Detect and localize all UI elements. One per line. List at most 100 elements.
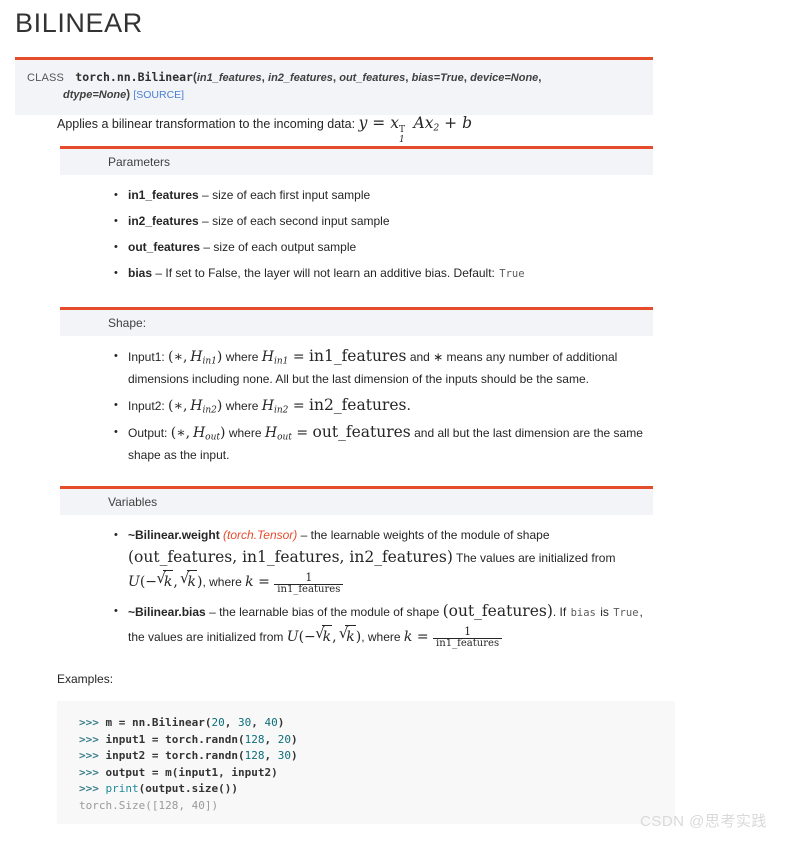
code-line-3: >>> input2 = torch.randn(128, 30) xyxy=(79,748,675,765)
parameters-list: in1_features – size of each first input … xyxy=(60,184,653,285)
list-item: in2_features – size of each second input… xyxy=(114,210,653,232)
description-formula: y = xT1 Ax2 + b xyxy=(358,114,473,146)
csdn-watermark: CSDN @思考实践 xyxy=(640,813,767,830)
code-token: , xyxy=(264,732,278,746)
code-token: , xyxy=(264,749,278,763)
section-body-variables: ~Bilinear.weight (torch.Tensor) – the le… xyxy=(60,515,653,650)
signature-close-paren: ) xyxy=(126,89,131,101)
code-line-5: >>> print(output.size()) xyxy=(79,781,675,798)
param-name-in1-features: in1_features xyxy=(128,188,199,202)
signature-arg-out-features: out_features xyxy=(339,72,406,84)
description-text: Applies a bilinear transformation to the… xyxy=(57,117,356,131)
variable-desc-2: . If xyxy=(552,604,567,619)
signature-arg-dtype: dtype=None xyxy=(63,89,127,101)
shape-equation: Hin1 = in1_features xyxy=(261,347,407,367)
section-body-shape: Input1: (∗, Hin1) where Hin1 = in1_featu… xyxy=(60,336,653,466)
variable-desc-2: The values are initialized from xyxy=(456,551,616,565)
shape-list: Input1: (∗, Hin1) where Hin1 = in1_featu… xyxy=(60,345,653,466)
code-token: ) xyxy=(277,716,285,729)
shape-tuple: (∗, Hin1) xyxy=(168,349,223,367)
code-token: ) xyxy=(290,732,298,746)
section-header-parameters: Parameters xyxy=(60,146,653,175)
list-item: in1_features – size of each first input … xyxy=(114,184,653,206)
variable-name-bias: ~Bilinear.bias xyxy=(128,604,206,619)
list-item: ~Bilinear.bias – the learnable bias of t… xyxy=(114,600,653,651)
code-token: >>> xyxy=(79,765,106,779)
variable-desc-3: , where xyxy=(202,575,242,589)
param-name-out-features: out_features xyxy=(128,240,201,254)
code-line-4: >>> output = m(input1, input2) xyxy=(79,765,675,782)
param-name-bias: bias xyxy=(128,266,153,280)
code-token: input1 = torch.randn xyxy=(105,732,238,746)
shape-label-output: Output: xyxy=(128,426,168,440)
code-line-6: torch.Size([128, 40]) xyxy=(79,798,675,815)
signature-keyword: CLASS xyxy=(27,72,65,84)
variable-distribution: U(−k, k) xyxy=(287,623,361,645)
shape-tuple: (∗, Hout) xyxy=(170,425,226,443)
section-variables: Variables ~Bilinear.weight (torch.Tensor… xyxy=(60,486,653,654)
section-header-variables: Variables xyxy=(60,486,653,515)
section-shape: Shape: Input1: (∗, Hin1) where Hin1 = in… xyxy=(60,307,653,470)
examples-label: Examples: xyxy=(57,672,114,686)
signature-arg-bias: bias=True xyxy=(411,72,464,84)
section-parameters: Parameters in1_features – size of each f… xyxy=(60,146,653,289)
code-token: ( xyxy=(237,732,245,746)
param-desc: size of each first input sample xyxy=(212,188,371,202)
list-item: Input2: (∗, Hin2) where Hin2 = in2_featu… xyxy=(114,394,653,417)
variable-desc: the learnable bias of the module of shap… xyxy=(219,604,440,619)
variable-k-definition: k = 1 in1_features xyxy=(404,626,503,649)
variables-list: ~Bilinear.weight (torch.Tensor) – the le… xyxy=(60,524,653,650)
list-item: out_features – size of each output sampl… xyxy=(114,236,653,258)
param-desc: size of each output sample xyxy=(213,240,357,254)
signature-arg-device: device=None xyxy=(470,72,539,84)
signature-arg-in1-features: in1_features xyxy=(196,72,262,84)
code-token: 128 xyxy=(244,749,265,763)
signature-line-2: dtype=None) [SOURCE] xyxy=(27,87,641,104)
code-token: , xyxy=(224,716,238,729)
source-link[interactable]: [SOURCE] xyxy=(133,89,184,101)
variable-name-weight: ~Bilinear.weight xyxy=(128,528,220,542)
section-header-shape: Shape: xyxy=(60,307,653,336)
code-line-1: >>> m = nn.Bilinear(20, 30, 40) xyxy=(79,715,675,732)
param-default-value: True xyxy=(499,268,525,280)
code-token: print xyxy=(105,782,139,796)
section-body-parameters: in1_features – size of each first input … xyxy=(60,175,653,285)
signature-qualname: torch.nn.Bilinear xyxy=(75,70,193,84)
param-desc: size of each second input sample xyxy=(212,214,390,228)
code-token: >>> xyxy=(79,732,106,746)
code-token: >>> xyxy=(79,782,106,796)
example-code-block[interactable]: >>> m = nn.Bilinear(20, 30, 40) >>> inpu… xyxy=(57,701,675,824)
variable-shape-tuple: (out_features) xyxy=(442,601,553,620)
shape-label-input2: Input2: xyxy=(128,399,165,413)
code-token: output = m(input1, input2) xyxy=(105,765,278,779)
variable-k-definition: k = 1 in1_features xyxy=(245,572,344,595)
code-token: input2 = torch.randn xyxy=(105,749,238,763)
code-token: (output.size()) xyxy=(138,782,238,796)
page-title: BILINEAR xyxy=(15,8,143,38)
list-item: Output: (∗, Hout) where Hout = out_featu… xyxy=(114,421,653,466)
param-desc: If set to False, the layer will not lear… xyxy=(165,266,495,280)
signature-line-1: CLASS torch.nn.Bilinear(in1_features, in… xyxy=(27,70,542,84)
code-token: 30 xyxy=(237,716,252,729)
code-line-2: >>> input1 = torch.randn(128, 20) xyxy=(79,732,675,749)
shape-label-input1: Input1: xyxy=(128,350,165,364)
code-token: 30 xyxy=(277,749,291,763)
code-token: >>> xyxy=(79,749,106,763)
variable-code-true: True xyxy=(613,606,639,619)
code-token: torch.Size([128, 40]) xyxy=(79,798,219,812)
list-item: Input1: (∗, Hin1) where Hin1 = in1_featu… xyxy=(114,345,653,390)
shape-equation: Hout = out_features xyxy=(264,423,411,443)
code-token: 20 xyxy=(277,732,291,746)
variable-desc-4: , where xyxy=(361,629,401,644)
code-token: m = nn.Bilinear xyxy=(105,716,205,729)
variable-type: (torch.Tensor) xyxy=(223,528,298,542)
list-item: ~Bilinear.weight (torch.Tensor) – the le… xyxy=(114,524,653,596)
shape-tuple: (∗, Hin2) xyxy=(168,398,223,416)
code-token: , xyxy=(251,716,265,729)
signature-arg-in2-features: in2_features xyxy=(268,72,333,84)
code-token: ( xyxy=(237,749,245,763)
code-token: ) xyxy=(290,749,298,763)
variable-desc: the learnable weights of the module of s… xyxy=(310,528,550,542)
code-token: 40 xyxy=(264,716,278,729)
class-signature-block: CLASS torch.nn.Bilinear(in1_features, in… xyxy=(15,57,653,115)
